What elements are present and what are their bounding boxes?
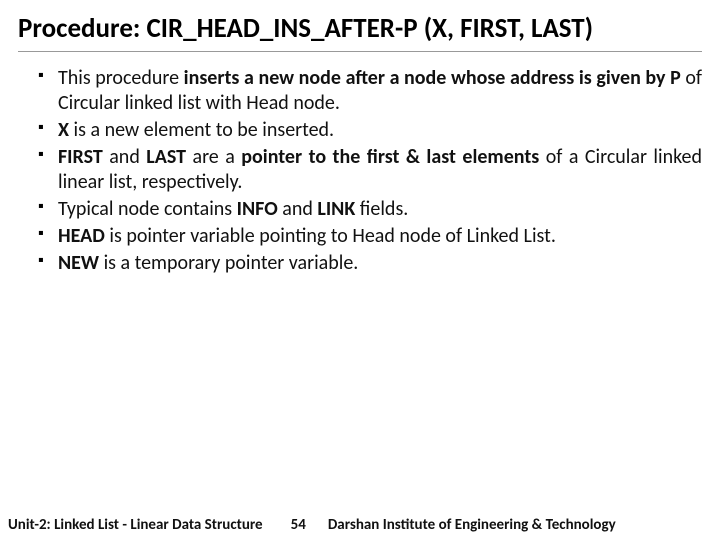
bullet-item: This procedure inserts a new node after … xyxy=(38,66,702,116)
bullet-item: X is a new element to be inserted. xyxy=(38,118,702,143)
bullet-item: HEAD is pointer variable pointing to Hea… xyxy=(38,224,702,249)
bullet-item: NEW is a temporary pointer variable. xyxy=(38,251,702,276)
slide: Procedure: CIR_HEAD_INS_AFTER-P (X, FIRS… xyxy=(0,0,720,540)
footer: Unit-2: Linked List - Linear Data Struct… xyxy=(0,510,720,540)
content-area: This procedure inserts a new node after … xyxy=(18,66,702,276)
bullet-list: This procedure inserts a new node after … xyxy=(38,66,702,276)
footer-institute: Darshan Institute of Engineering & Techn… xyxy=(328,516,720,534)
slide-title: Procedure: CIR_HEAD_INS_AFTER-P (X, FIRS… xyxy=(18,12,702,52)
bullet-item: Typical node contains INFO and LINK fiel… xyxy=(38,197,702,222)
bullet-item: FIRST and LAST are a pointer to the firs… xyxy=(38,145,702,195)
footer-unit: Unit-2: Linked List - Linear Data Struct… xyxy=(0,516,263,534)
footer-page-number: 54 xyxy=(291,516,306,534)
